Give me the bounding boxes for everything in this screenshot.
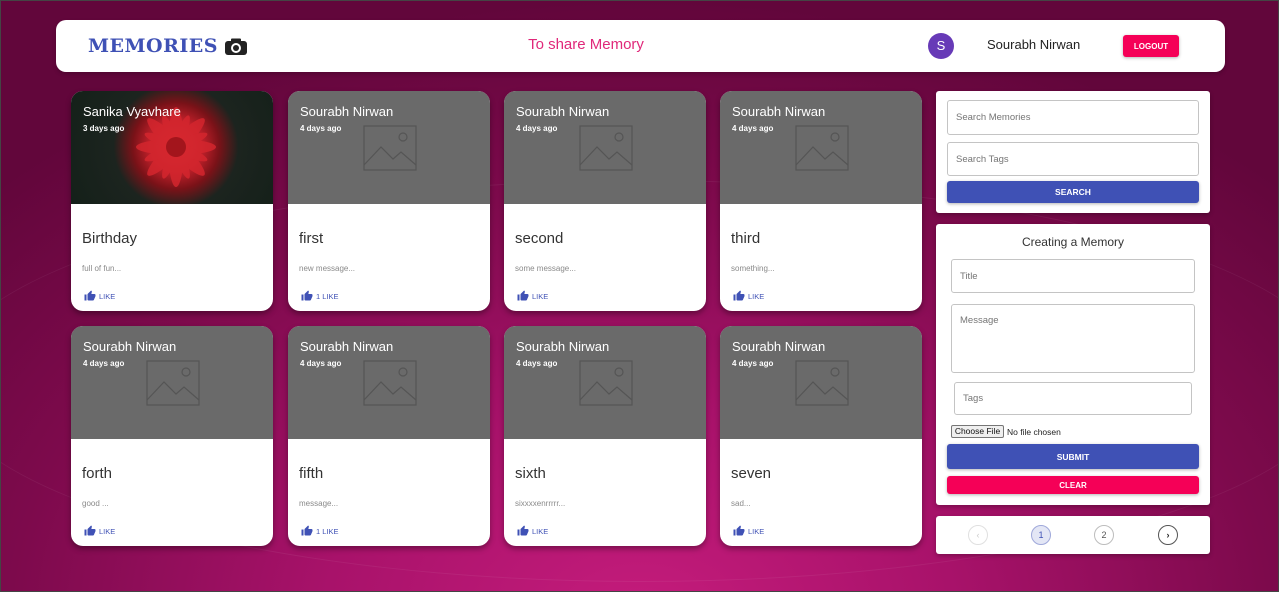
like-label: LIKE (532, 526, 549, 536)
like-button[interactable]: 1 LIKE (301, 289, 339, 303)
post-time: 4 days ago (516, 124, 558, 133)
next-page-button[interactable]: › (1158, 525, 1178, 545)
post-message: sixxxxenrrrrr... (515, 499, 566, 508)
thumb-up-icon (733, 290, 745, 301)
post-author: Sanika Vyavhare (83, 104, 181, 119)
tags-input[interactable] (954, 382, 1192, 415)
post-card: Sourabh Nirwan 4 days ago third somethin… (720, 91, 922, 311)
thumb-up-icon (517, 290, 529, 301)
post-title: Birthday (82, 230, 138, 247)
thumb-up-icon (84, 525, 96, 536)
post-time: 3 days ago (83, 124, 125, 133)
logout-button[interactable]: LOGOUT (1123, 35, 1179, 57)
post-author: Sourabh Nirwan (83, 339, 177, 354)
image-placeholder-icon (363, 125, 417, 171)
post-card: Sourabh Nirwan 4 days ago forth good ...… (71, 326, 273, 546)
post-author: Sourabh Nirwan (732, 104, 826, 119)
post-author: Sourabh Nirwan (300, 104, 394, 119)
image-placeholder-icon (579, 125, 633, 171)
post-message: new message... (299, 264, 356, 273)
post-author: Sourabh Nirwan (732, 339, 826, 354)
like-button[interactable]: LIKE (733, 524, 764, 538)
like-button[interactable]: 1 LIKE (301, 524, 339, 538)
like-button[interactable]: LIKE (517, 524, 548, 538)
post-title: first (299, 230, 324, 247)
image-placeholder-icon (363, 360, 417, 406)
post-time: 4 days ago (732, 124, 774, 133)
title-input[interactable] (951, 259, 1195, 293)
post-title: third (731, 230, 761, 247)
brand-title[interactable]: MEMORIES (88, 35, 218, 57)
post-author: Sourabh Nirwan (516, 104, 610, 119)
choose-file-button[interactable]: Choose File (951, 425, 1004, 438)
previous-page-button[interactable]: ‹ (968, 525, 988, 545)
post-title: sixth (515, 465, 546, 482)
pagination: ‹ 1 2 › (936, 516, 1210, 554)
post-message: full of fun... (82, 264, 122, 273)
like-label: LIKE (99, 291, 116, 301)
like-button[interactable]: LIKE (517, 289, 548, 303)
post-time: 4 days ago (300, 124, 342, 133)
share-memory-link[interactable]: To share Memory (526, 36, 646, 53)
post-title: seven (731, 465, 772, 482)
post-message: good ... (82, 499, 109, 508)
search-memories-input[interactable] (947, 100, 1199, 135)
post-title: fifth (299, 465, 324, 482)
post-card: Sourabh Nirwan 4 days ago fifth message.… (288, 326, 490, 546)
post-author: Sourabh Nirwan (300, 339, 394, 354)
message-textarea[interactable] (951, 304, 1195, 373)
post-card: Sourabh Nirwan 4 days ago first new mess… (288, 91, 490, 311)
search-panel: SEARCH (936, 91, 1210, 213)
like-label: LIKE (532, 291, 549, 301)
post-message: message... (299, 499, 339, 508)
post-message: sad... (731, 499, 751, 508)
image-placeholder-icon (795, 360, 849, 406)
form-heading: Creating a Memory (1021, 235, 1125, 249)
search-tags-input[interactable] (947, 142, 1199, 176)
like-label: LIKE (748, 291, 765, 301)
like-label: LIKE (748, 526, 765, 536)
thumb-up-icon (84, 290, 96, 301)
post-title: forth (82, 465, 113, 482)
post-time: 4 days ago (83, 359, 125, 368)
clear-button[interactable]: CLEAR (947, 476, 1199, 494)
like-label: LIKE (99, 526, 116, 536)
user-name: Sourabh Nirwan (987, 37, 1081, 52)
thumb-up-icon (301, 525, 313, 536)
like-label: 1 LIKE (316, 291, 339, 301)
image-placeholder-icon (579, 360, 633, 406)
avatar: S (928, 33, 954, 59)
app-bar: MEMORIES To share Memory S Sourabh Nirwa… (56, 20, 1225, 72)
post-card: Sourabh Nirwan 4 days ago seven sad... L… (720, 326, 922, 546)
page-1-button[interactable]: 1 (1031, 525, 1051, 545)
like-button[interactable]: LIKE (733, 289, 764, 303)
thumb-up-icon (301, 290, 313, 301)
thumb-up-icon (733, 525, 745, 536)
post-time: 4 days ago (516, 359, 558, 368)
post-card: Sourabh Nirwan 4 days ago second some me… (504, 91, 706, 311)
post-author: Sourabh Nirwan (516, 339, 610, 354)
like-button[interactable]: LIKE (84, 524, 115, 538)
post-time: 4 days ago (732, 359, 774, 368)
post-message: some message... (515, 264, 576, 273)
search-button[interactable]: SEARCH (947, 181, 1199, 203)
image-placeholder-icon (146, 360, 200, 406)
post-time: 4 days ago (300, 359, 342, 368)
page-2-button[interactable]: 2 (1094, 525, 1114, 545)
post-message: something... (731, 264, 775, 273)
file-status: No file chosen (1007, 427, 1061, 437)
like-label: 1 LIKE (316, 526, 339, 536)
post-card: Sourabh Nirwan 4 days ago sixth sixxxxen… (504, 326, 706, 546)
submit-button[interactable]: SUBMIT (947, 444, 1199, 469)
camera-icon (225, 38, 247, 55)
post-title: second (515, 230, 564, 247)
like-button[interactable]: LIKE (84, 289, 115, 303)
image-placeholder-icon (795, 125, 849, 171)
thumb-up-icon (517, 525, 529, 536)
post-card: Sanika Vyavhare 3 days ago Birthday full… (71, 91, 273, 311)
create-memory-form: Creating a Memory Choose File No file ch… (936, 224, 1210, 505)
